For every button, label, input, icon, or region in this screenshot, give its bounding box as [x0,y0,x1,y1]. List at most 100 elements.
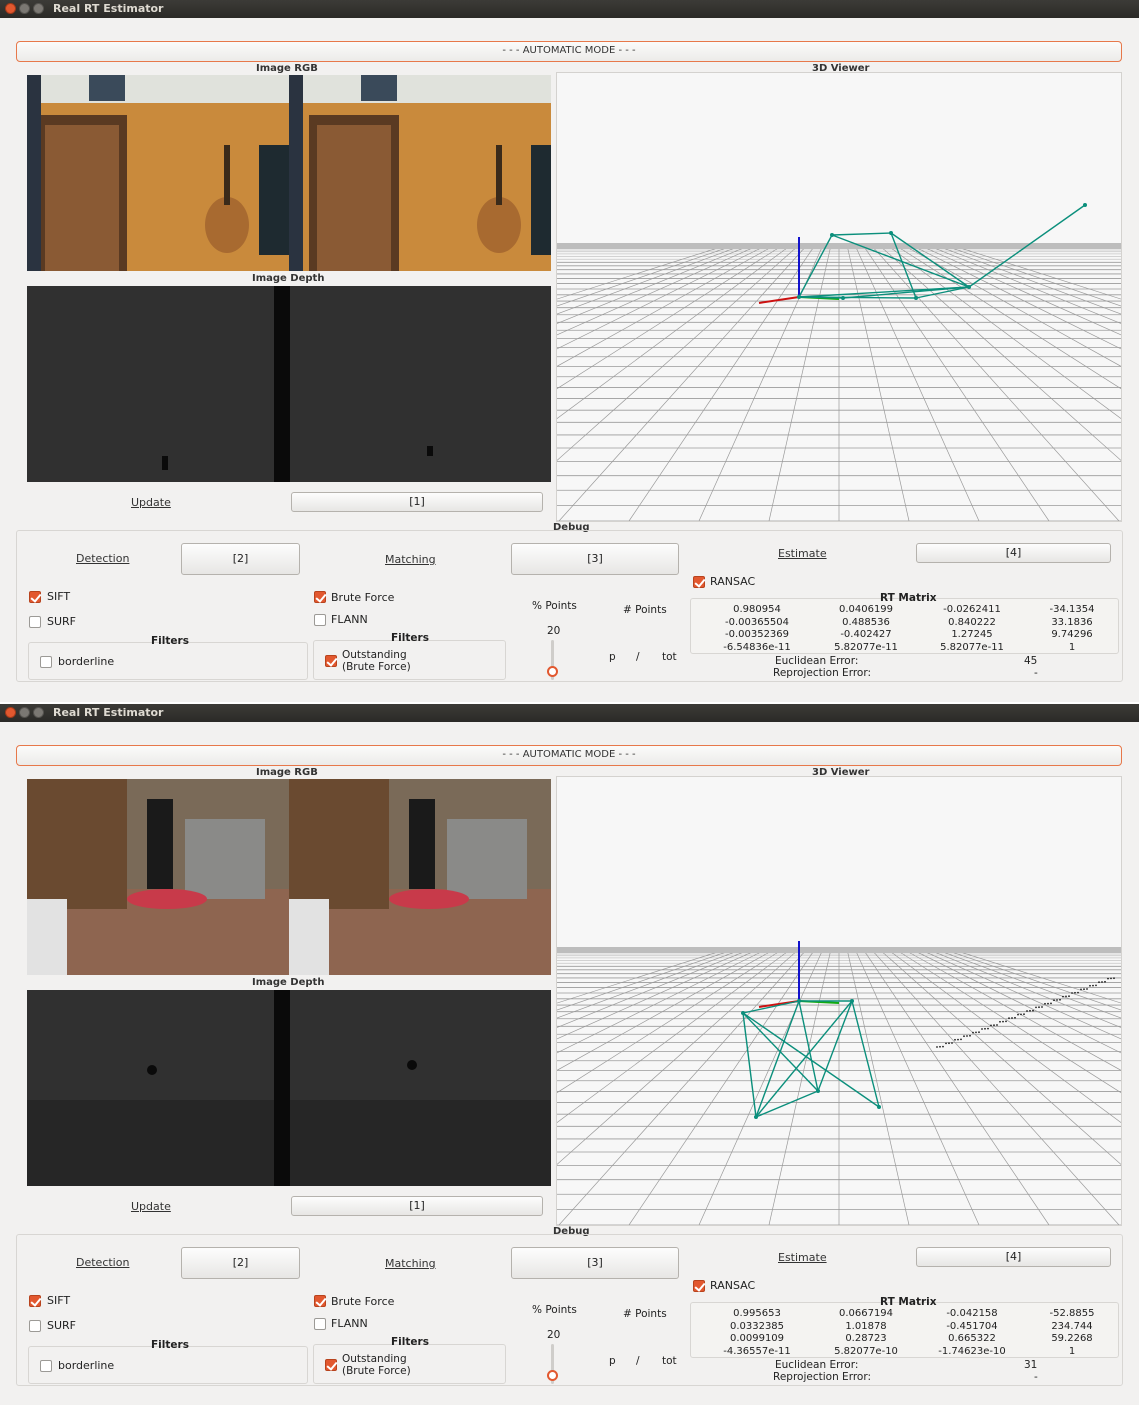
automatic-mode-button[interactable]: - - - AUTOMATIC MODE - - - [16,41,1122,62]
point-cloud-dot [936,1046,938,1048]
surf-checkbox[interactable] [29,1320,41,1332]
borderline-checkbox[interactable] [40,656,52,668]
pct-slider-handle[interactable] [547,1370,558,1381]
rt-matrix-label: RT Matrix [880,592,937,604]
3d-viewer[interactable] [556,72,1122,522]
depth-image-panel [27,286,551,482]
minimize-window-icon[interactable] [19,707,30,718]
depth-hole [407,1060,417,1070]
rt-matrix-cell: 5.82077e-10 [834,1345,898,1357]
point-cloud-dot [1050,1002,1052,1005]
borderline-label: borderline [58,1359,115,1372]
rt-matrix-cell: 0.995653 [733,1308,781,1319]
point-cloud-dot [969,1034,971,1037]
minimize-window-icon[interactable] [19,3,30,14]
pct-slider-handle[interactable] [547,666,558,677]
brute-force-checkbox[interactable] [314,1295,326,1307]
guitar [409,799,435,889]
trajectory-point [816,1089,820,1093]
point-cloud-dot [1002,1020,1004,1023]
automatic-mode-button[interactable]: - - - AUTOMATIC MODE - - - [16,745,1122,766]
sift-checkbox[interactable] [29,591,41,603]
sift-checkbox[interactable] [29,1295,41,1307]
update-button[interactable]: [1] [291,1196,543,1216]
sift-label: SIFT [47,1294,71,1307]
rgb-image-right [289,779,551,975]
outstanding-checkbox[interactable] [325,655,337,667]
borderline-checkbox[interactable] [40,1360,52,1372]
rt-matrix-cell: 1 [1068,641,1076,653]
matching-button[interactable]: [3] [511,1247,679,1279]
rt-matrix-cell: -0.0262411 [943,604,1001,615]
detection-button[interactable]: [2] [181,1247,300,1279]
point-cloud-dot [1062,995,1064,998]
rt-matrix-cell: -0.00365504 [724,616,790,628]
far-grid [557,947,1121,953]
maximize-window-icon[interactable] [33,3,44,14]
rt-matrix-cell: 9.74296 [1051,629,1093,640]
outstanding-checkbox[interactable] [325,1359,337,1371]
p-label: p [609,651,616,663]
door-panel [317,125,391,271]
maximize-window-icon[interactable] [33,707,44,718]
point-cloud-dot [1005,1020,1007,1023]
ransac-label: RANSAC [710,1279,756,1292]
brute-force-label: Brute Force [331,1295,395,1308]
ransac-checkbox[interactable] [693,1280,705,1292]
rt-matrix-cell: -0.00352369 [724,629,790,640]
estimate-button[interactable]: [4] [916,1247,1111,1267]
close-window-icon[interactable] [5,707,16,718]
depth-floor-right [290,1100,551,1186]
estimate-link[interactable]: Estimate [778,1251,827,1264]
point-cloud-dot [960,1038,962,1041]
window-top: Real RT Estimator - - - AUTOMATIC MODE -… [0,0,1139,702]
update-button[interactable]: [1] [291,492,543,512]
matching-link[interactable]: Matching [385,1257,436,1270]
depth-right [290,286,551,482]
slash-label: / [636,651,640,663]
app-window: Real RT Estimator - - - AUTOMATIC MODE -… [0,0,1139,702]
num-points-label: # Points [623,1308,667,1320]
matching-button[interactable]: [3] [511,543,679,575]
close-window-icon[interactable] [5,3,16,14]
title-bar: Real RT Estimator [0,704,1139,722]
brute-force-checkbox[interactable] [314,591,326,603]
point-cloud-dot [984,1027,986,1030]
3d-viewer[interactable] [556,776,1122,1226]
detection-button[interactable]: [2] [181,543,300,575]
outstanding-sub-label: (Brute Force) [342,661,411,673]
estimate-link[interactable]: Estimate [778,547,827,560]
far-grid [557,243,1121,249]
point-cloud-dot [1041,1006,1043,1008]
detection-link[interactable]: Detection [76,1256,129,1269]
num-points-label: # Points [623,604,667,616]
flann-checkbox[interactable] [314,1318,326,1330]
detection-link[interactable]: Detection [76,552,129,565]
point-cloud-dot [1113,977,1115,980]
depth-left [27,286,274,482]
point-cloud-dot [987,1027,989,1030]
matching-link[interactable]: Matching [385,553,436,566]
rt-matrix-cell: -34.1354 [1049,604,1095,615]
rt-matrix-cell: 33.1836 [1051,616,1093,628]
surf-checkbox[interactable] [29,616,41,628]
point-cloud-dot [1065,995,1067,998]
depth-hole [162,456,168,470]
guitar-neck [224,145,230,205]
flann-checkbox[interactable] [314,614,326,626]
rt-matrix-cell: 59.2268 [1051,1333,1093,1344]
estimate-button[interactable]: [4] [916,543,1111,563]
point-cloud-dot [993,1024,995,1027]
update-link[interactable]: Update [131,1200,171,1213]
trajectory-point [797,295,801,299]
point-cloud-dot [1077,991,1079,994]
pct-points-label: % Points [532,1304,577,1316]
update-link[interactable]: Update [131,496,171,509]
ransac-checkbox[interactable] [693,576,705,588]
dresser [185,819,265,899]
poster [531,145,551,255]
point-cloud-dot [1032,1009,1034,1012]
window-title: Real RT Estimator [53,706,164,719]
point-cloud-dot [1107,977,1109,980]
tot-label: tot [662,1355,677,1367]
